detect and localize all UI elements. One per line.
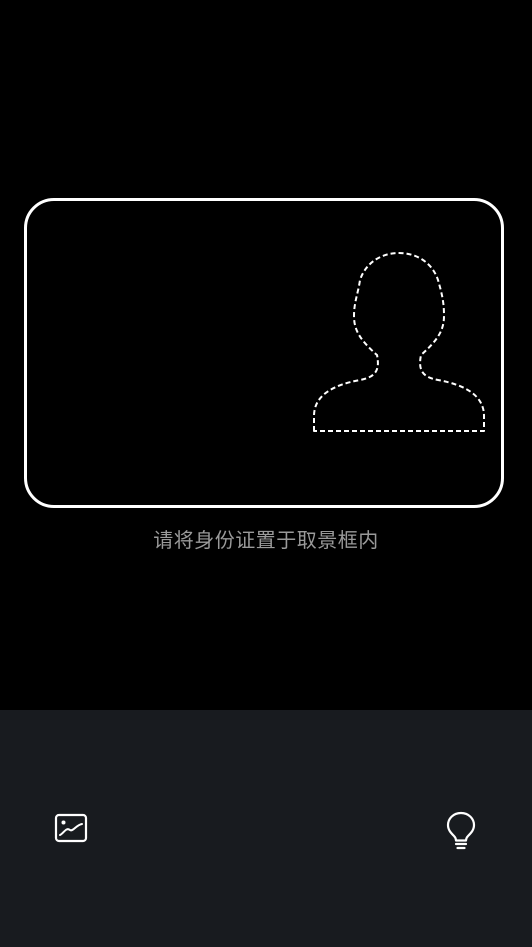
- image-gallery-icon: [54, 813, 88, 843]
- lightbulb-icon: [446, 811, 476, 850]
- scan-hint-text: 请将身份证置于取景框内: [153, 528, 379, 552]
- gallery-button[interactable]: [50, 808, 92, 848]
- flash-toggle-button[interactable]: [440, 808, 482, 854]
- camera-viewfinder: 请将身份证置于取景框内: [0, 0, 532, 710]
- portrait-placeholder-icon: [313, 252, 485, 432]
- id-card-scanner-screen: 请将身份证置于取景框内: [0, 0, 532, 947]
